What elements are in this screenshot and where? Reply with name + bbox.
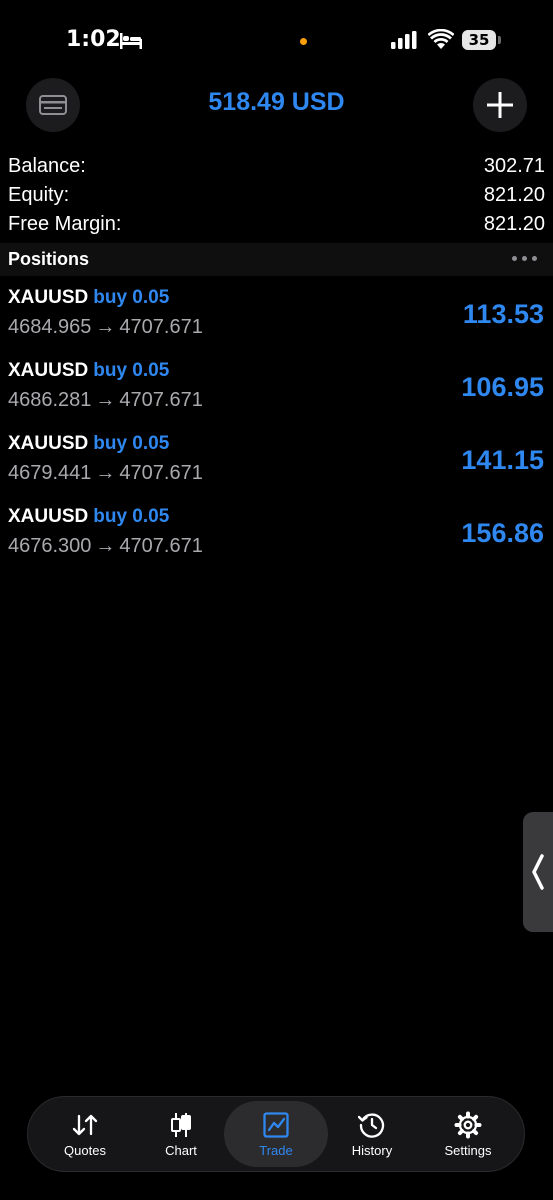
position-profit: 106.95 <box>461 372 544 402</box>
tab-settings[interactable]: Settings <box>416 1101 520 1167</box>
status-time: 1:02 <box>66 27 121 52</box>
arrow-right-icon: → <box>95 389 116 411</box>
position-open-price: 4676.300 <box>8 535 92 557</box>
battery-level: 35 <box>462 30 496 50</box>
positions-section-header: Positions <box>0 243 553 276</box>
tab-label: Chart <box>165 1143 197 1158</box>
position-type: buy 0.05 <box>93 506 170 527</box>
balance-value: 302.71 <box>483 154 545 177</box>
position-open-price: 4679.441 <box>8 462 92 484</box>
tab-label: Settings <box>444 1143 492 1158</box>
status-bar: 1:02 35 <box>0 0 553 80</box>
wifi-icon <box>428 29 454 49</box>
bottom-tab-bar: Quotes Chart Trade History Settings <box>27 1096 525 1172</box>
trade-chart-icon <box>263 1112 289 1138</box>
cellular-signal-icon <box>391 31 417 49</box>
equity-value: 821.20 <box>483 183 545 206</box>
positions-title: Positions <box>8 249 90 269</box>
history-clock-icon <box>358 1113 385 1138</box>
chevron-left-icon <box>532 854 544 890</box>
tab-quotes[interactable]: Quotes <box>33 1101 137 1167</box>
position-symbol: XAUUSD <box>8 287 89 308</box>
quotes-arrows-icon <box>72 1114 98 1136</box>
position-current-price: 4707.671 <box>119 535 203 557</box>
position-current-price: 4707.671 <box>119 389 203 411</box>
position-symbol: XAUUSD <box>8 433 89 454</box>
tab-trade[interactable]: Trade <box>224 1101 328 1167</box>
position-profit: 141.15 <box>461 445 544 475</box>
free-margin-value: 821.20 <box>483 212 545 235</box>
plus-icon <box>487 92 513 118</box>
arrow-right-icon: → <box>95 462 116 484</box>
position-symbol: XAUUSD <box>8 506 89 527</box>
tab-chart[interactable]: Chart <box>129 1101 233 1167</box>
position-row[interactable]: XAUUSD buy 0.05 4686.281 → 4707.671 106.95 <box>0 358 553 431</box>
more-options-icon[interactable] <box>512 256 537 261</box>
equity-label: Equity: <box>8 183 70 206</box>
position-profit: 113.53 <box>462 299 544 329</box>
tab-label: History <box>351 1143 393 1158</box>
position-type: buy 0.05 <box>93 287 170 308</box>
position-current-price: 4707.671 <box>119 462 203 484</box>
position-open-price: 4684.965 <box>8 316 92 338</box>
position-open-price: 4686.281 <box>8 389 92 411</box>
new-order-button[interactable] <box>473 78 527 132</box>
gear-icon <box>454 1111 482 1139</box>
position-row[interactable]: XAUUSD buy 0.05 4684.965 → 4707.671 113.53 <box>0 285 553 358</box>
tab-history[interactable]: History <box>320 1101 424 1167</box>
position-row[interactable]: XAUUSD buy 0.05 4676.300 → 4707.671 156.86 <box>0 504 553 577</box>
position-profit: 156.86 <box>461 518 544 548</box>
tab-label: Quotes <box>64 1143 106 1158</box>
candlestick-icon <box>171 1113 191 1137</box>
battery-tip <box>498 36 501 44</box>
balance-label: Balance: <box>8 154 86 177</box>
tab-label: Trade <box>259 1143 293 1158</box>
equity-row: Equity: 821.20 <box>8 180 545 210</box>
position-type: buy 0.05 <box>93 433 170 454</box>
side-panel-handle[interactable] <box>523 812 553 932</box>
free-margin-label: Free Margin: <box>8 212 122 235</box>
privacy-indicator-dot <box>300 38 307 45</box>
free-margin-row: Free Margin: 821.20 <box>8 209 545 239</box>
sleep-focus-icon <box>120 33 142 49</box>
arrow-right-icon: → <box>95 535 116 557</box>
position-row[interactable]: XAUUSD buy 0.05 4679.441 → 4707.671 141.15 <box>0 431 553 504</box>
account-equity-title: 518.49 USD <box>208 88 345 116</box>
position-type: buy 0.05 <box>93 360 170 381</box>
position-symbol: XAUUSD <box>8 360 89 381</box>
arrow-right-icon: → <box>95 316 116 338</box>
position-current-price: 4707.671 <box>119 316 203 338</box>
balance-row: Balance: 302.71 <box>8 151 545 181</box>
